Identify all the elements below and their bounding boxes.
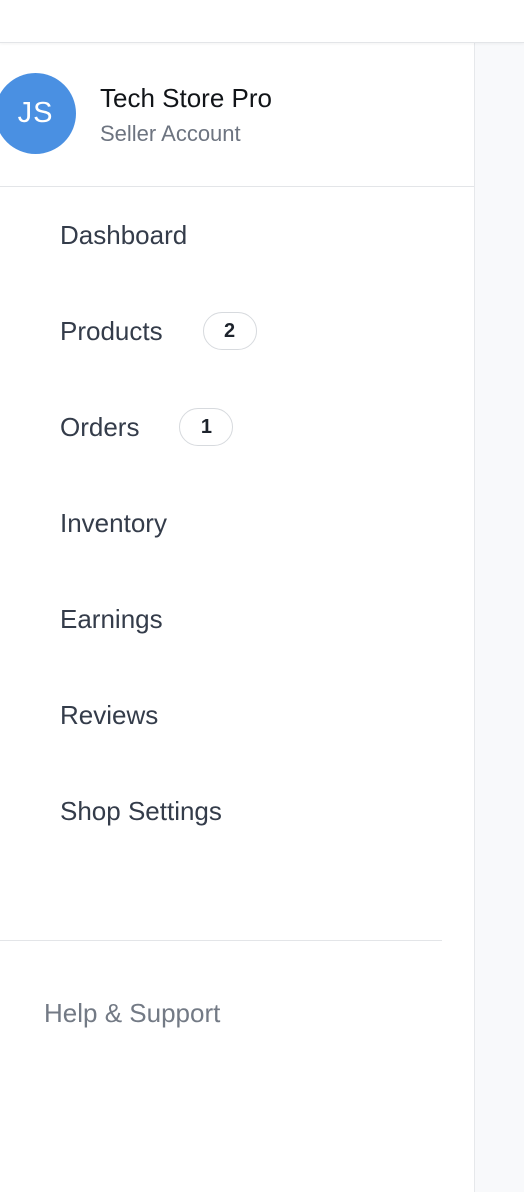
sidebar-item-label: Reviews xyxy=(60,699,159,730)
products-count-badge: 2 xyxy=(202,312,257,350)
sidebar: JS Tech Store Pro Seller Account Dashboa… xyxy=(0,43,475,1192)
store-name: Tech Store Pro xyxy=(100,83,272,113)
main-content-area xyxy=(475,43,524,1192)
sidebar-item-reviews[interactable]: Reviews xyxy=(60,693,158,737)
sidebar-item-label: Dashboard xyxy=(60,219,188,250)
top-header-bar xyxy=(0,0,524,43)
sidebar-item-label: Inventory xyxy=(60,507,167,538)
sidebar-item-dashboard[interactable]: Dashboard xyxy=(60,213,187,257)
help-support-link[interactable]: Help & Support xyxy=(44,998,220,1029)
sidebar-item-label: Products xyxy=(60,315,163,346)
sidebar-divider xyxy=(0,940,442,941)
sidebar-item-shop-settings[interactable]: Shop Settings xyxy=(60,789,222,833)
sidebar-item-products[interactable]: Products 2 xyxy=(60,309,257,353)
orders-count-badge: 1 xyxy=(179,408,234,446)
sidebar-item-label: Shop Settings xyxy=(60,795,222,826)
avatar[interactable]: JS xyxy=(0,73,76,154)
sidebar-item-label: Earnings xyxy=(60,603,163,634)
sidebar-item-orders[interactable]: Orders 1 xyxy=(60,405,234,449)
sidebar-item-inventory[interactable]: Inventory xyxy=(60,501,167,545)
sidebar-item-label: Orders xyxy=(60,411,140,442)
profile-section: JS Tech Store Pro Seller Account xyxy=(0,43,474,187)
account-type: Seller Account xyxy=(100,121,241,146)
sidebar-item-earnings[interactable]: Earnings xyxy=(60,597,163,641)
